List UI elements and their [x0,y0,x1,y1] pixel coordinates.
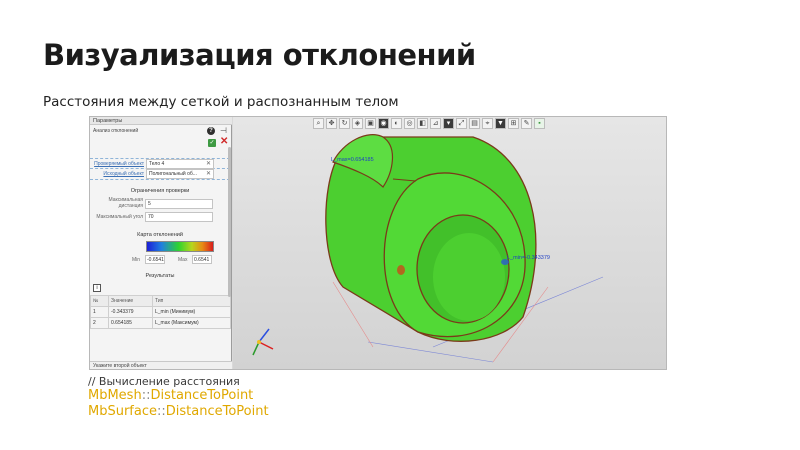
bore-inner [433,233,505,321]
table-cell: 1 [90,306,109,318]
max-angle-label: Максимальный угол [96,214,143,220]
table-cell: 2 [90,317,109,329]
second-object-label[interactable]: Исходный объект [103,171,144,177]
class-name: MbSurface [88,404,157,419]
max-label: Max [178,257,188,263]
column-header: № [90,295,109,307]
second-object-field[interactable]: Полигональный об... [146,169,214,179]
class-name: MbMesh [88,388,142,403]
method-name: DistanceToPoint [150,388,254,403]
close-icon[interactable]: ✕ [220,137,228,147]
max-distance-label: Максимальная дистанция [108,197,143,209]
table-header-row: № Значение Тип [90,295,231,307]
panel-subtitle: Анализ отклонений [93,128,139,134]
scope-separator: :: [157,404,166,419]
panel-scrollbar[interactable] [228,147,231,297]
column-header: Тип [152,295,231,307]
colormap-bar [146,241,214,252]
limits-title: Ограничения проверки [130,188,190,194]
code-comment: // Вычисление расстояния [88,375,240,388]
construction-line [367,341,494,363]
colormap-title: Карта отклонений [137,232,183,238]
table-cell: 0.654185 [108,317,153,329]
max-distance-field[interactable]: 5 [145,199,213,209]
help-icon[interactable]: ? [207,127,215,135]
code-line: MbSurface::DistanceToPoint [88,404,269,420]
code-snippet: // Вычисление расстояния MbMesh::Distanc… [88,375,269,420]
table-row[interactable]: 1 -0.343379 L_min (Минимум) [90,306,231,318]
code-line: MbMesh::DistanceToPoint [88,388,269,404]
max-distance-marker-label: L_max=0.654185 [331,157,374,163]
first-object-field[interactable]: Тело 4 [146,159,214,169]
min-label: Min [132,257,141,263]
first-object-row[interactable]: Проверяемый объект Тело 4 ✕ [90,158,230,169]
model-render [252,134,604,363]
max-field[interactable]: 0.6541 [192,255,212,264]
table-cell: L_max (Максимум) [152,317,231,329]
slide-subtitle: Расстояния между сеткой и распознанным т… [43,94,399,110]
deviation-marker [397,265,405,275]
table-cell: L_min (Минимум) [152,306,231,318]
first-object-label[interactable]: Проверяемый объект [94,161,144,167]
results-table: № Значение Тип 1 -0.343379 L_min (Миниму… [90,295,231,329]
table-cell: -0.343379 [108,306,153,318]
second-object-row[interactable]: Исходный объект Полигональный об... ✕ [90,169,230,180]
max-angle-field[interactable]: 70 [145,212,213,222]
clear-icon[interactable]: ✕ [206,160,211,167]
pin-icon[interactable]: ⊣ [220,126,227,135]
min-field[interactable]: -0.6541 [145,255,165,264]
column-header: Значение [108,295,153,307]
axis-triad [252,328,274,356]
info-icon[interactable]: i [93,284,101,292]
panel-title: Параметры [90,117,232,125]
parameters-panel: Параметры Анализ отклонений ? ⊣ ✓ ✕ Пров… [90,117,232,369]
method-name: DistanceToPoint [165,404,269,419]
clear-icon[interactable]: ✕ [206,170,211,177]
min-distance-marker-label: L_min=-0.343379 [507,255,550,261]
3d-viewport[interactable]: ⌕ ✥ ↻ ◈ ▣ ◉ ◐ ◎ ◧ ⊿ ▾ ⤢ ▤ ⌖ ▼ ⊞ ✎ ▪ L_ma… [233,117,666,369]
table-row[interactable]: 2 0.654185 L_max (Максимум) [90,317,231,329]
app-screenshot: Параметры Анализ отклонений ? ⊣ ✓ ✕ Пров… [89,116,667,370]
results-title: Результаты [145,273,175,279]
apply-icon[interactable]: ✓ [208,139,216,147]
status-bar: Укажите второй объект [90,361,232,369]
slide-title: Визуализация отклонений [43,38,476,72]
